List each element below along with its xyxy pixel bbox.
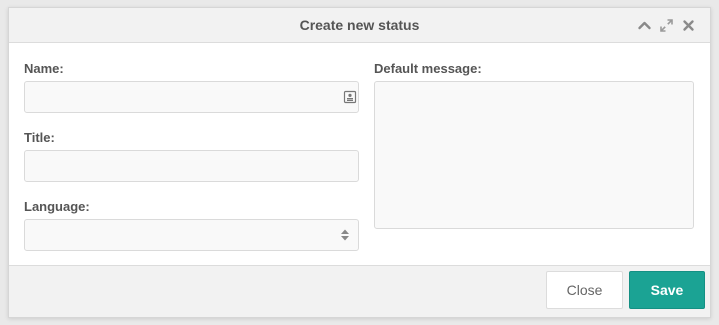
name-field[interactable] <box>24 81 359 113</box>
language-select[interactable] <box>24 219 359 251</box>
chevron-up-icon[interactable] <box>637 18 652 33</box>
dialog-title: Create new status <box>299 17 420 33</box>
title-field[interactable] <box>24 150 359 182</box>
contact-card-icon[interactable] <box>343 90 357 104</box>
dialog-footer: Close Save <box>9 265 710 317</box>
title-label: Title: <box>24 130 55 145</box>
expand-icon[interactable] <box>659 18 674 33</box>
name-label: Name: <box>24 61 64 76</box>
language-label: Language: <box>24 199 90 214</box>
default-message-textarea[interactable] <box>374 81 694 229</box>
window-controls <box>637 17 696 33</box>
close-button[interactable]: Close <box>546 271 623 309</box>
close-icon[interactable] <box>681 18 696 33</box>
default-message-label: Default message: <box>374 61 482 76</box>
sort-updown-icon <box>338 228 352 242</box>
dialog-titlebar[interactable]: Create new status <box>9 8 710 43</box>
save-button[interactable]: Save <box>629 271 705 309</box>
create-status-dialog: Create new status Name: Title: Language:… <box>8 7 711 318</box>
